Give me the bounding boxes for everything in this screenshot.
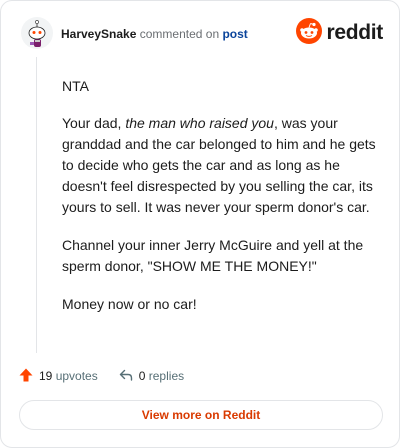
comment-embed-card: HarveySnake commented on post reddit NTA… <box>0 0 400 448</box>
reddit-snoo-icon <box>296 17 323 49</box>
post-link[interactable]: post <box>222 27 247 41</box>
comment-paragraph: Money now or no car! <box>62 296 197 312</box>
upvote-count: 19 upvotes <box>39 369 98 383</box>
username-link[interactable]: HarveySnake <box>61 27 136 41</box>
view-more-button[interactable]: View more on Reddit <box>19 400 383 430</box>
reply-stat[interactable]: 0 replies <box>118 367 184 386</box>
reddit-wordmark: reddit <box>326 21 383 44</box>
upvote-stat[interactable]: 19 upvotes <box>18 367 98 386</box>
comment-body: NTA Your dad, the man who raised you, wa… <box>62 76 378 315</box>
comment-meta: HarveySnake commented on post <box>61 27 248 41</box>
reply-count: 0 replies <box>138 369 185 383</box>
emphasis-text: the man who raised you <box>125 115 274 131</box>
comment-paragraph: Your dad, the man who raised you, was yo… <box>62 115 376 215</box>
reddit-logo[interactable]: reddit <box>296 17 383 49</box>
comment-action-text: commented on <box>139 27 220 41</box>
reply-arrow-icon[interactable] <box>118 367 134 386</box>
comment-footer: 19 upvotes 0 replies <box>18 366 184 386</box>
upvote-arrow-icon[interactable] <box>18 367 34 386</box>
comment-header: HarveySnake commented on post reddit <box>21 15 383 55</box>
snoo-avatar-icon[interactable] <box>21 17 53 49</box>
comment-paragraph: NTA <box>62 78 89 94</box>
thread-line <box>36 57 37 353</box>
comment-paragraph: Channel your inner Jerry McGuire and yel… <box>62 237 364 274</box>
